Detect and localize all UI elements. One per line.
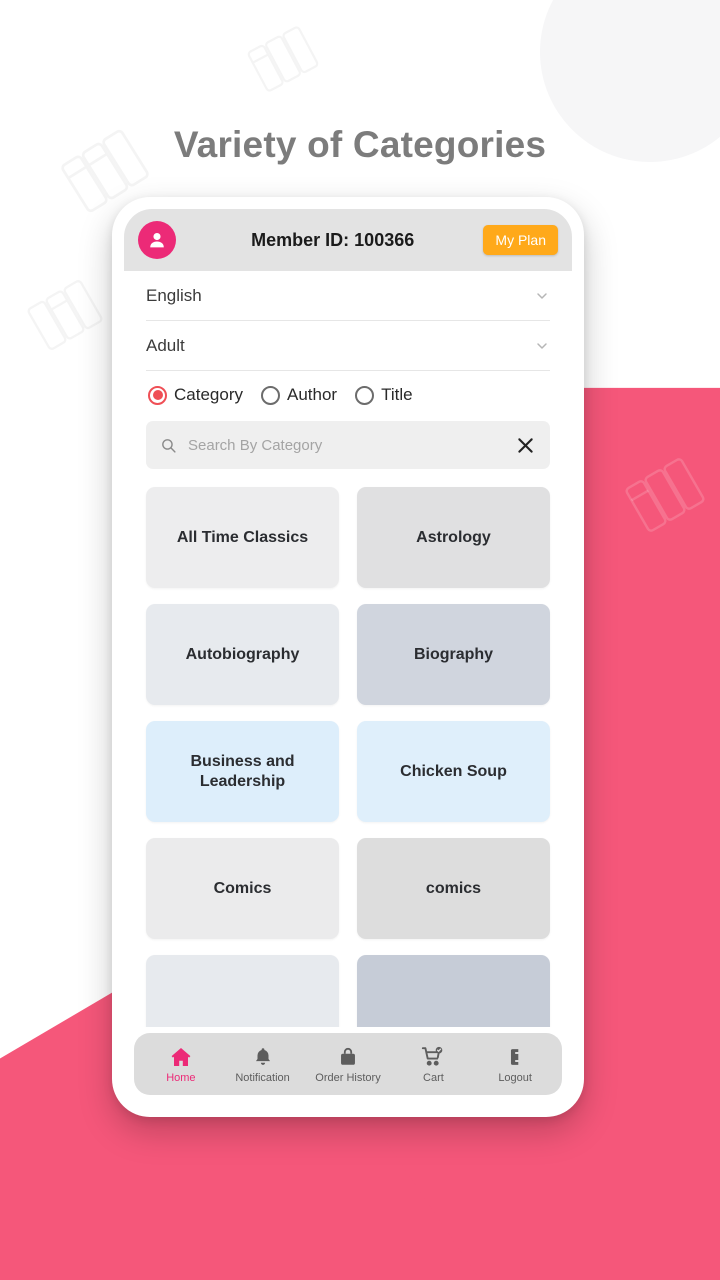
shopping-bag-icon [337, 1045, 359, 1069]
home-icon [169, 1045, 193, 1069]
user-avatar-icon[interactable] [138, 221, 176, 259]
radio-label-author: Author [286, 385, 338, 404]
search-input[interactable] [188, 436, 504, 454]
search-by-radio-group: Category Author Title [146, 385, 550, 405]
audience-value: Adult [146, 335, 185, 355]
nav-label-logout: Logout [498, 1071, 532, 1084]
category-tile[interactable]: Comics [146, 838, 339, 939]
nav-item-notification[interactable]: Notification [234, 1045, 292, 1084]
page-title: Variety of Categories [173, 124, 547, 165]
category-tile[interactable]: All Time Classics [146, 487, 339, 588]
radio-label-title: Title [381, 385, 413, 404]
cart-check-icon [421, 1045, 445, 1069]
chevron-down-icon [534, 288, 550, 304]
nav-label-home: Home [166, 1071, 196, 1084]
category-tile[interactable] [357, 955, 550, 1027]
category-grid: All Time Classics Astrology Autobiograph… [146, 487, 550, 1027]
my-plan-button[interactable]: My Plan [483, 225, 558, 255]
audience-dropdown[interactable]: Adult [146, 321, 550, 371]
category-tile[interactable]: Chicken Soup [357, 721, 550, 822]
radio-button-icon[interactable] [260, 385, 280, 405]
app-header: Member ID: 100366 My Plan [124, 209, 572, 271]
radio-option-author[interactable]: Author [260, 385, 338, 405]
book-watermark-icon [14, 264, 115, 365]
nav-item-order-history[interactable]: Order History [315, 1045, 381, 1084]
logout-icon [504, 1045, 526, 1069]
nav-label-notification: Notification [235, 1071, 290, 1084]
nav-item-logout[interactable]: Logout [486, 1045, 544, 1084]
phone-mockup: Member ID: 100366 My Plan English Adult [112, 197, 584, 1117]
radio-button-icon[interactable] [148, 385, 167, 405]
radio-option-title[interactable]: Title [355, 385, 413, 405]
category-tile[interactable] [146, 955, 339, 1027]
bottom-navigation: Home Notification Order History Cart Log… [134, 1033, 562, 1095]
category-tile[interactable]: Biography [357, 604, 550, 705]
search-bar [146, 421, 550, 469]
language-dropdown[interactable]: English [146, 271, 550, 321]
app-body: English Adult Category Author Title Sear… [124, 271, 572, 1027]
radio-label-category: Category [174, 385, 243, 404]
bottom-nav-container: Home Notification Order History Cart Log… [124, 1027, 572, 1105]
book-watermark-icon [236, 12, 331, 107]
category-tile[interactable]: Autobiography [146, 604, 339, 705]
nav-label-cart: Cart [423, 1071, 444, 1084]
member-id-label: Member ID: 100366 [251, 229, 415, 250]
nav-item-home[interactable]: Home [152, 1045, 210, 1084]
app-screen: Member ID: 100366 My Plan English Adult [124, 209, 572, 1105]
close-icon[interactable] [515, 435, 536, 456]
nav-item-cart[interactable]: Cart [404, 1045, 462, 1084]
nav-label-order-history: Order History [315, 1071, 381, 1084]
category-tile[interactable]: Business and Leadership [146, 721, 339, 822]
language-value: English [146, 285, 202, 305]
radio-option-category[interactable]: Category [148, 385, 243, 405]
chevron-down-icon [534, 338, 550, 354]
bell-icon [252, 1045, 274, 1069]
page-root: Variety of Categories Member ID: 100366 … [0, 0, 720, 1280]
radio-button-icon[interactable] [355, 385, 375, 405]
search-icon [160, 437, 177, 454]
category-tile[interactable]: comics [357, 838, 550, 939]
category-tile[interactable]: Astrology [357, 487, 550, 588]
